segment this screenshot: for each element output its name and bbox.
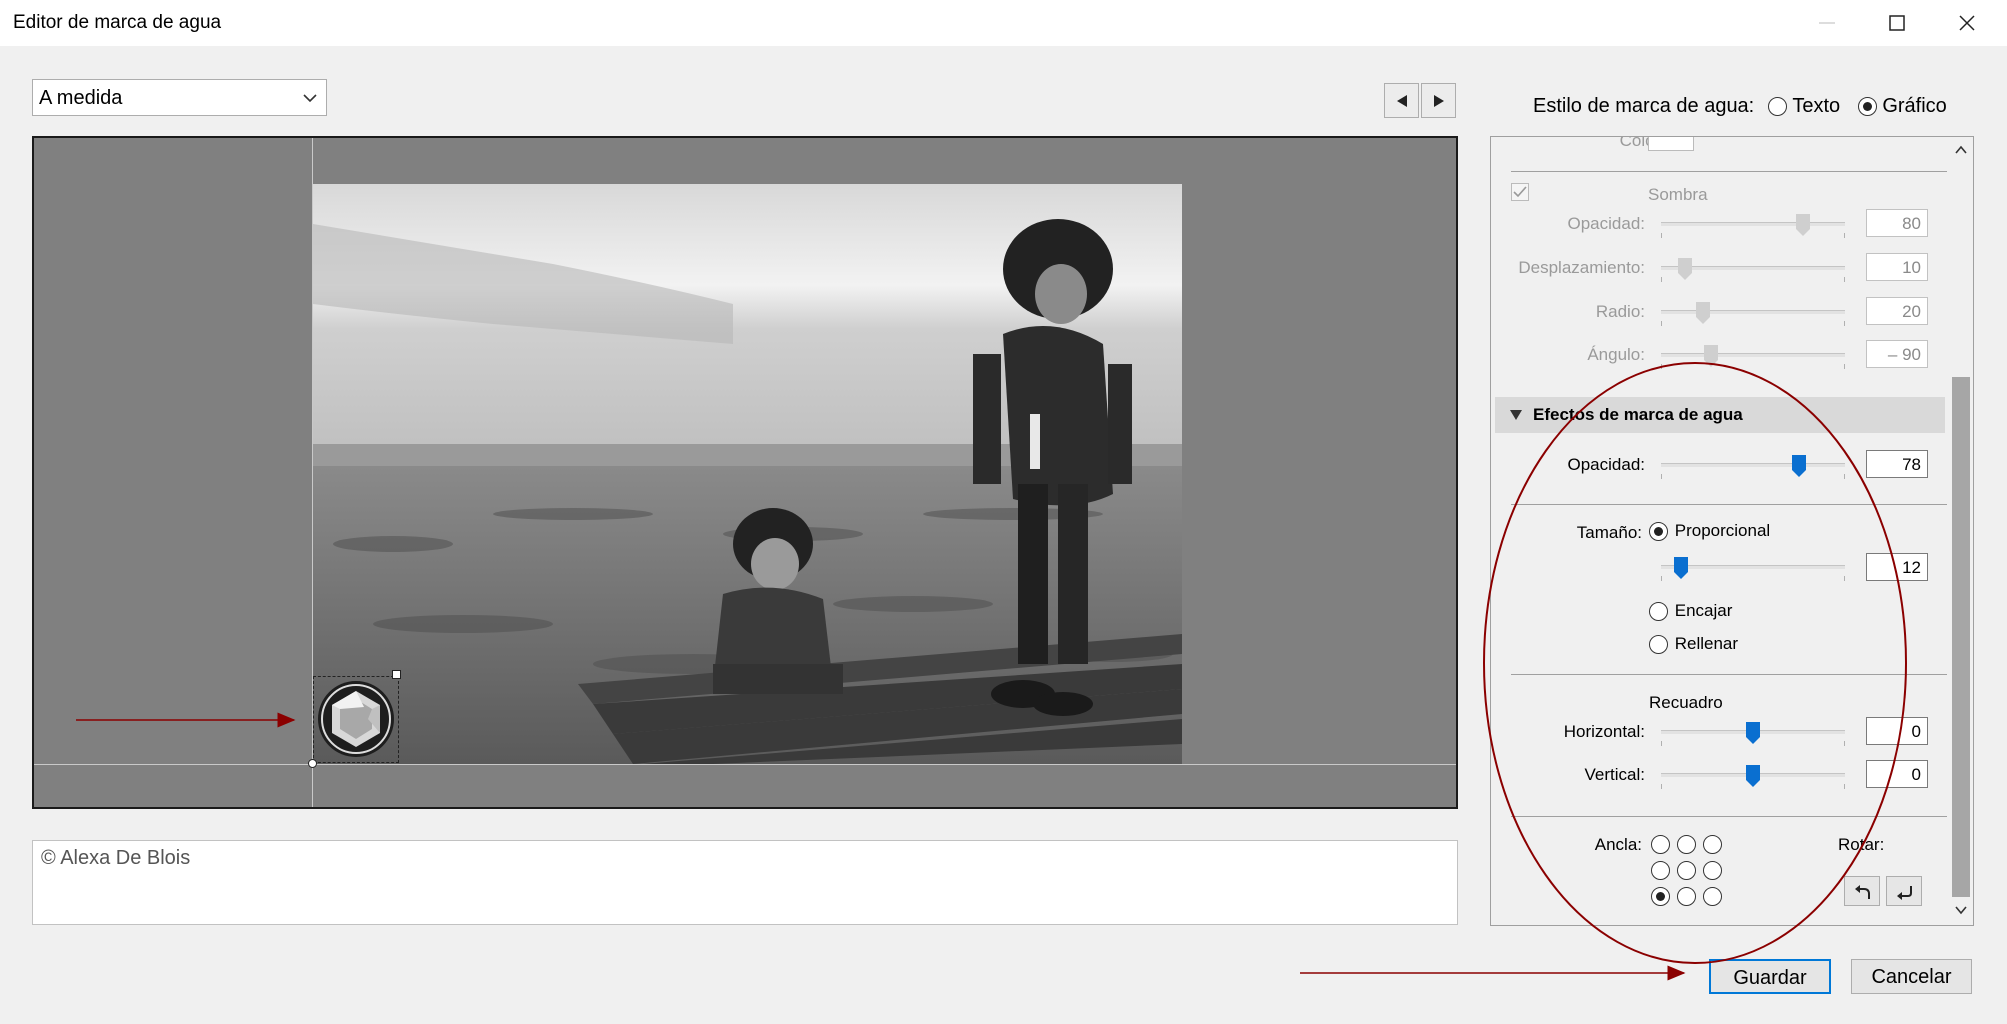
panel-scrollbar[interactable] xyxy=(1949,137,1973,925)
size-fit-option[interactable]: Encajar xyxy=(1649,601,1733,622)
anchor-middle-left[interactable] xyxy=(1651,861,1670,880)
rotate-right-button[interactable] xyxy=(1886,876,1922,906)
shadow-checkbox[interactable] xyxy=(1511,183,1529,201)
chevron-down-icon[interactable] xyxy=(1955,905,1967,915)
style-graphic-label: Gráfico xyxy=(1882,95,1947,118)
vertical-inset-value[interactable]: 0 xyxy=(1866,760,1928,788)
size-proportional-label: Proporcional xyxy=(1674,521,1771,540)
anchor-label: Ancla: xyxy=(1594,835,1642,854)
anchor-center[interactable] xyxy=(1677,861,1696,880)
settings-panel: Color: Sombra Opacidad: 80 Desplazamient… xyxy=(1490,136,1974,926)
inset-title: Recuadro xyxy=(1649,693,1723,712)
effects-opacity-slider[interactable] xyxy=(1661,454,1845,479)
size-fill-option[interactable]: Rellenar xyxy=(1649,634,1739,655)
maximize-button[interactable] xyxy=(1867,0,1927,46)
watermark-preview[interactable] xyxy=(32,136,1458,809)
effects-section-title: Efectos de marca de agua xyxy=(1533,405,1743,424)
anchor-middle-right[interactable] xyxy=(1703,861,1722,880)
horizontal-guide-line xyxy=(34,764,1456,765)
shadow-offset-value[interactable]: 10 xyxy=(1866,253,1928,281)
triangle-right-icon xyxy=(1434,95,1444,107)
effects-opacity-label: Opacidad: xyxy=(1567,455,1646,474)
rotate-right-icon xyxy=(1897,886,1912,900)
close-icon xyxy=(1959,15,1975,31)
style-text-radio[interactable] xyxy=(1767,97,1787,117)
size-label: Tamaño: xyxy=(1576,523,1642,542)
size-fit-label: Encajar xyxy=(1674,601,1733,620)
resize-handle[interactable] xyxy=(392,670,401,679)
shadow-angle-value[interactable]: – 90 xyxy=(1866,340,1928,368)
anchor-top-right[interactable] xyxy=(1703,835,1722,854)
rotate-left-button[interactable] xyxy=(1844,876,1880,906)
save-button[interactable]: Guardar xyxy=(1709,959,1831,994)
anchor-bottom-center[interactable] xyxy=(1677,887,1696,906)
watermark-bounding-box[interactable] xyxy=(313,676,399,763)
anchor-bottom-left[interactable] xyxy=(1651,887,1670,906)
horizontal-inset-slider[interactable] xyxy=(1661,721,1845,746)
next-image-button[interactable] xyxy=(1421,83,1456,118)
preview-photo xyxy=(313,184,1182,764)
separator xyxy=(1511,504,1947,505)
title-bar: Editor de marca de agua xyxy=(0,0,2007,46)
shadow-title: Sombra xyxy=(1648,185,1708,204)
size-fill-radio[interactable] xyxy=(1649,635,1668,655)
minimize-button[interactable] xyxy=(1797,0,1857,46)
watermark-style-row: Estilo de marca de agua: Texto Gráfico xyxy=(1533,95,1947,121)
effects-section-header[interactable]: Efectos de marca de agua xyxy=(1495,397,1945,433)
shadow-radius-label: Radio: xyxy=(1595,302,1645,321)
rotate-left-icon xyxy=(1855,885,1870,899)
aperture-logo-icon xyxy=(318,681,394,757)
effects-opacity-value[interactable]: 78 xyxy=(1866,450,1928,478)
shadow-radius-value[interactable]: 20 xyxy=(1866,297,1928,325)
separator xyxy=(1511,171,1947,172)
close-button[interactable] xyxy=(1937,0,1997,46)
shadow-offset-slider[interactable] xyxy=(1661,257,1845,282)
horizontal-inset-value[interactable]: 0 xyxy=(1866,717,1928,745)
shadow-opacity-slider[interactable] xyxy=(1661,213,1845,238)
maximize-icon xyxy=(1889,15,1905,31)
separator xyxy=(1511,674,1947,675)
previous-image-button[interactable] xyxy=(1384,83,1419,118)
separator xyxy=(1511,816,1947,817)
preset-select[interactable]: A medida xyxy=(32,79,327,116)
size-proportional-radio[interactable] xyxy=(1649,522,1668,542)
style-text-label: Texto xyxy=(1792,95,1841,118)
anchor-handle[interactable] xyxy=(308,759,317,768)
shadow-opacity-label: Opacidad: xyxy=(1567,214,1646,233)
anchor-top-center[interactable] xyxy=(1677,835,1696,854)
scrollbar-thumb[interactable] xyxy=(1952,377,1970,897)
horizontal-label: Horizontal: xyxy=(1563,722,1645,741)
triangle-down-icon xyxy=(1510,410,1522,420)
style-graphic-radio[interactable] xyxy=(1857,97,1877,117)
minimize-icon xyxy=(1819,22,1835,24)
cancel-button[interactable]: Cancelar xyxy=(1851,959,1972,994)
copyright-text: © Alexa De Blois xyxy=(41,847,191,869)
size-value[interactable]: 12 xyxy=(1866,553,1928,581)
anchor-top-left[interactable] xyxy=(1651,835,1670,854)
shadow-color-swatch[interactable] xyxy=(1648,137,1694,151)
shadow-angle-slider[interactable] xyxy=(1661,344,1845,369)
triangle-left-icon xyxy=(1397,95,1407,107)
copyright-text-field[interactable]: © Alexa De Blois xyxy=(32,840,1458,925)
window-title: Editor de marca de agua xyxy=(13,12,222,33)
size-fill-label: Rellenar xyxy=(1674,634,1739,653)
size-fit-radio[interactable] xyxy=(1649,602,1668,622)
vertical-label: Vertical: xyxy=(1584,765,1645,784)
shadow-opacity-value[interactable]: 80 xyxy=(1866,209,1928,237)
chevron-down-icon xyxy=(303,94,317,103)
shadow-angle-label: Ángulo: xyxy=(1587,345,1645,364)
checkmark-icon xyxy=(1513,186,1527,198)
size-slider[interactable] xyxy=(1661,556,1845,581)
shadow-offset-label: Desplazamiento: xyxy=(1518,258,1645,277)
anchor-bottom-right[interactable] xyxy=(1703,887,1722,906)
vertical-inset-slider[interactable] xyxy=(1661,764,1845,789)
shadow-radius-slider[interactable] xyxy=(1661,301,1845,326)
chevron-up-icon[interactable] xyxy=(1955,145,1967,155)
watermark-style-label: Estilo de marca de agua: xyxy=(1533,95,1755,118)
size-proportional-option[interactable]: Proporcional xyxy=(1649,521,1771,542)
rotate-label: Rotar: xyxy=(1838,835,1885,854)
preset-value: A medida xyxy=(39,87,123,109)
